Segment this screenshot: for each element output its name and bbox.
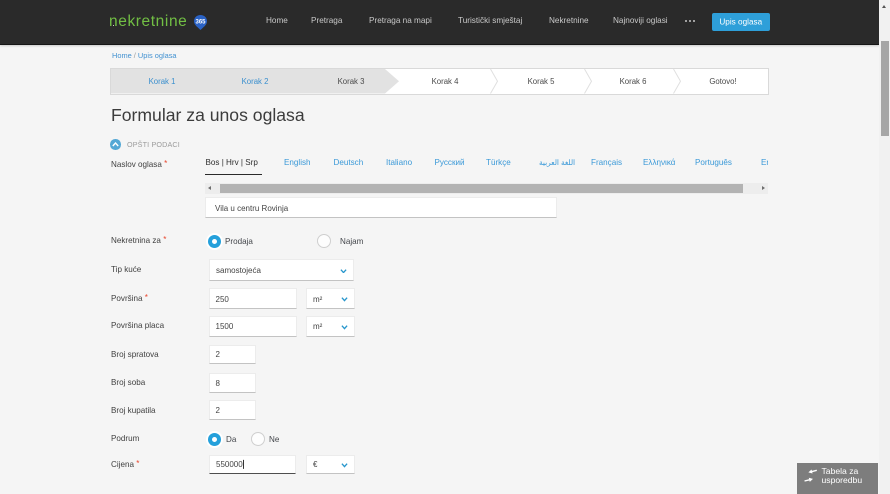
svg-text:365: 365: [195, 19, 206, 25]
